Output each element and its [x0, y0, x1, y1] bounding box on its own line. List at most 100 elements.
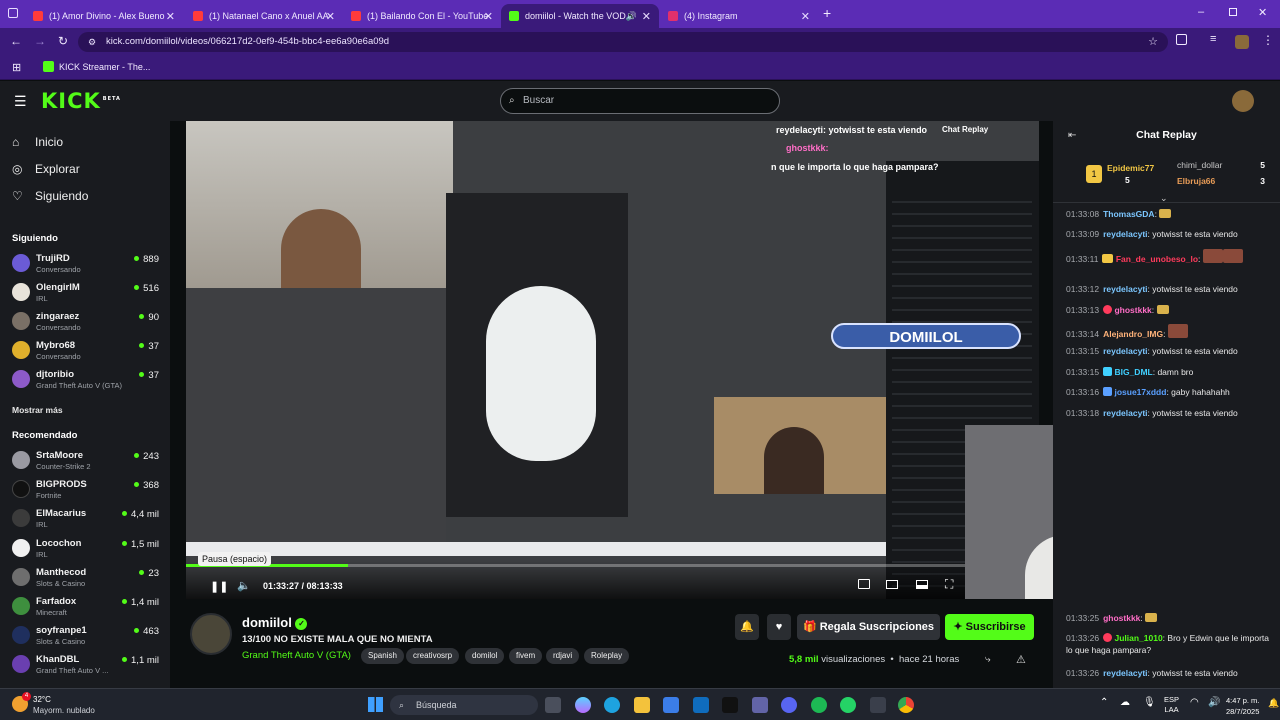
browser-tab[interactable]: (4) Instagram ✕: [660, 4, 818, 28]
taskbar-search[interactable]: ⌕ Búsqueda: [390, 695, 538, 715]
new-tab-icon[interactable]: +: [823, 5, 831, 21]
message-user[interactable]: BIG_DML: [1114, 367, 1152, 377]
message-user[interactable]: reydelacyti: [1103, 346, 1147, 356]
notifications-bell-button[interactable]: 🔔: [735, 614, 759, 640]
system-clock[interactable]: 4:47 p. m. 28/7/2025: [1226, 695, 1259, 717]
copilot-icon[interactable]: [575, 697, 591, 713]
channel-item[interactable]: soyfranpe1 Slots & Casino 463: [12, 624, 162, 652]
close-tab-icon[interactable]: ✕: [166, 10, 175, 23]
tag-chip[interactable]: Roleplay: [584, 648, 630, 664]
message-user[interactable]: josue17xddd: [1114, 387, 1166, 397]
weather-widget[interactable]: 32°C Mayorm. nublado: [33, 694, 95, 716]
pause-icon[interactable]: ❚❚: [210, 580, 228, 593]
channel-item[interactable]: djtoribio Grand Theft Auto V (GTA) 37: [12, 368, 162, 396]
language-indicator[interactable]: ESP LAA: [1164, 695, 1179, 715]
speaker-icon[interactable]: 🔊: [626, 11, 637, 22]
message-user[interactable]: Alejandro_IMG: [1103, 329, 1163, 339]
channel-item[interactable]: KhanDBL Grand Theft Auto V ... 1,1 mil: [12, 653, 162, 681]
site-info-icon[interactable]: ⚙: [88, 32, 96, 52]
nav-inicio[interactable]: ⌂ Inicio: [12, 135, 63, 149]
bookmark-kick[interactable]: KICK Streamer - The...: [43, 61, 150, 72]
maximize-icon[interactable]: [1229, 8, 1237, 16]
close-tab-icon[interactable]: ✕: [801, 10, 810, 23]
teams-icon[interactable]: [752, 697, 768, 713]
edge-icon[interactable]: [604, 697, 620, 713]
channel-avatar[interactable]: [190, 613, 232, 655]
channel-item[interactable]: Farfadox Minecraft 1,4 mil: [12, 595, 162, 623]
chrome-icon[interactable]: [898, 697, 914, 713]
message-user[interactable]: ghostkkk: [1114, 305, 1151, 315]
wifi-icon[interactable]: ◠: [1190, 697, 1199, 708]
store-icon[interactable]: [663, 697, 679, 713]
tag-chip[interactable]: Spanish: [361, 648, 404, 664]
spotify-icon[interactable]: [811, 697, 827, 713]
channel-item[interactable]: OlengirlM IRL 516: [12, 281, 162, 309]
browser-tab[interactable]: (1) Natanael Cano x Anuel AA ✕: [185, 4, 343, 28]
volume-icon[interactable]: 🔈: [237, 579, 251, 592]
minimize-icon[interactable]: –: [1198, 6, 1204, 18]
back-icon[interactable]: ←: [10, 34, 22, 48]
outlook-icon[interactable]: [693, 697, 709, 713]
channel-name[interactable]: domiilol ✓: [242, 615, 308, 630]
pip-icon[interactable]: [858, 579, 870, 589]
whatsapp-icon[interactable]: [840, 697, 856, 713]
show-more-link[interactable]: Mostrar más: [12, 405, 63, 415]
category-link[interactable]: Grand Theft Auto V (GTA): [242, 650, 351, 661]
message-user[interactable]: ghostkkk: [1103, 613, 1140, 623]
message-user[interactable]: Fan_de_unobeso_lo: [1116, 254, 1198, 264]
browser-tab[interactable]: (1) Amor Divino - Alex Bueno ✕: [25, 4, 183, 28]
miniplayer-icon[interactable]: [916, 580, 928, 589]
url-field[interactable]: ⚙ kick.com/domiilol/videos/066217d2-0ef9…: [78, 32, 1168, 52]
forward-icon[interactable]: →: [34, 34, 46, 48]
report-icon[interactable]: ⚠: [1016, 653, 1026, 666]
task-view-icon[interactable]: [545, 697, 561, 713]
channel-item[interactable]: SrtaMoore Counter-Strike 2 243: [12, 449, 162, 477]
message-user[interactable]: ThomasGDA: [1103, 209, 1154, 219]
file-explorer-icon[interactable]: [634, 697, 650, 713]
discord-icon[interactable]: [781, 697, 797, 713]
tag-chip[interactable]: domilol: [465, 648, 505, 664]
tray-chevron-icon[interactable]: ⌃: [1100, 697, 1108, 708]
notification-bell-icon[interactable]: 🔔: [1268, 698, 1279, 709]
video-player[interactable]: DOMIILOL reydelacyti: yotwisst te esta v…: [186, 121, 1039, 599]
close-tab-icon[interactable]: ✕: [642, 10, 651, 23]
channel-item[interactable]: zingaraez Conversando 90: [12, 310, 162, 338]
theater-icon[interactable]: [886, 580, 898, 589]
apps-grid-icon[interactable]: ⊞: [12, 61, 21, 74]
tag-chip[interactable]: rdjavi: [546, 648, 580, 664]
nav-siguiendo[interactable]: ♡ Siguiendo: [12, 189, 88, 203]
message-user[interactable]: Julian_1010: [1114, 633, 1162, 643]
tag-chip[interactable]: creativosrp: [406, 648, 460, 664]
channel-item[interactable]: Manthecod Slots & Casino 23: [12, 566, 162, 594]
message-user[interactable]: reydelacyti: [1103, 668, 1147, 678]
windows-start-icon[interactable]: [368, 697, 383, 712]
close-tab-icon[interactable]: ✕: [484, 10, 493, 23]
channel-item[interactable]: ElMacarius IRL 4,4 mil: [12, 507, 162, 535]
profile-avatar[interactable]: [1235, 35, 1249, 49]
message-user[interactable]: reydelacyti: [1103, 284, 1147, 294]
browser-tab-active[interactable]: domiilol - Watch the VOD o 🔊 ✕: [501, 4, 659, 28]
share-icon[interactable]: ⤷: [985, 654, 991, 665]
gift-subs-button[interactable]: 🎁 Regala Suscripciones: [797, 614, 940, 640]
mic-icon[interactable]: 🎙: [1143, 697, 1156, 708]
tab-search-icon[interactable]: [8, 8, 18, 18]
nav-explorar[interactable]: ◎ Explorar: [12, 162, 80, 176]
media-icon[interactable]: ≡: [1210, 33, 1216, 45]
channel-item[interactable]: BIGPRODS Fortnite 368: [12, 478, 162, 506]
follow-heart-button[interactable]: ♥: [767, 614, 791, 640]
bookmark-star-icon[interactable]: ☆: [1148, 32, 1158, 52]
channel-item[interactable]: TrujiRD Conversando 889: [12, 252, 162, 280]
channel-item[interactable]: Mybro68 Conversando 37: [12, 339, 162, 367]
subscribe-button[interactable]: ✦ Suscribirse: [945, 614, 1034, 640]
tag-chip[interactable]: fivem: [509, 648, 543, 664]
close-tab-icon[interactable]: ✕: [326, 10, 335, 23]
message-user[interactable]: reydelacyti: [1103, 229, 1147, 239]
app-icon[interactable]: [870, 697, 886, 713]
search-input[interactable]: ⌕ Buscar: [500, 88, 780, 114]
extensions-icon[interactable]: [1176, 34, 1187, 45]
speaker-icon[interactable]: 🔊: [1208, 697, 1220, 708]
browser-tab[interactable]: (1) Bailando Con El - YouTube ✕: [343, 4, 501, 28]
reload-icon[interactable]: ↻: [58, 34, 68, 48]
channel-item[interactable]: Locochon IRL 1,5 mil: [12, 537, 162, 565]
fullscreen-icon[interactable]: ⛶: [945, 577, 953, 592]
